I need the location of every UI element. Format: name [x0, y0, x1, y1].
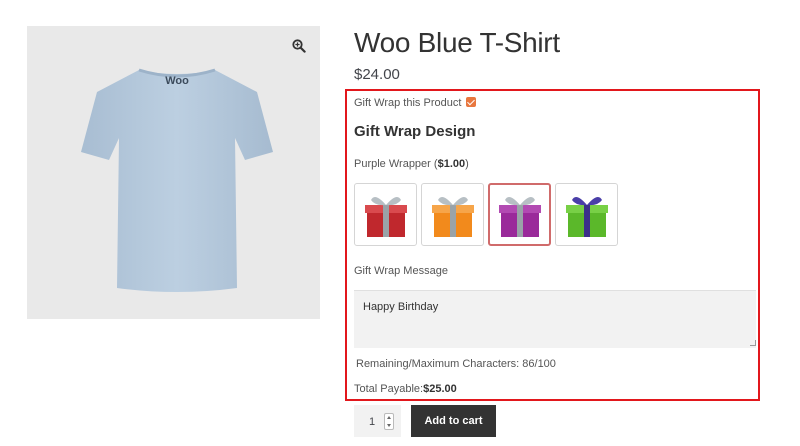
selected-wrapper-price: $1.00 — [437, 158, 466, 170]
selected-price-close: ) — [465, 158, 469, 170]
selected-price-open: ( — [430, 158, 438, 170]
green-gift-icon — [565, 196, 608, 237]
selected-wrapper-name: Purple Wrapper — [354, 158, 431, 170]
product-image[interactable]: Woo — [27, 26, 320, 319]
gift-wrap-design-heading: Gift Wrap Design — [354, 123, 476, 140]
tshirt-image: Woo — [81, 68, 273, 292]
gift-wrap-message-input[interactable]: Happy Birthday — [354, 290, 756, 348]
zoom-icon[interactable] — [292, 39, 306, 53]
red-gift-icon — [364, 196, 407, 237]
wrapper-option-green[interactable] — [555, 183, 618, 246]
quantity-value: 1 — [369, 416, 376, 428]
wrapper-option-orange[interactable] — [421, 183, 484, 246]
total-payable-value: $25.00 — [423, 383, 457, 395]
gift-wrap-checkbox[interactable] — [466, 97, 476, 107]
gift-wrap-option-label: Gift Wrap this Product — [354, 97, 462, 109]
total-payable: Total Payable:$25.00 — [354, 383, 457, 395]
wrapper-option-purple[interactable] — [488, 183, 551, 246]
total-payable-label: Total Payable: — [354, 383, 424, 395]
wrapper-options — [354, 183, 618, 246]
orange-gift-icon — [431, 196, 474, 237]
gift-wrap-message-label: Gift Wrap Message — [354, 265, 448, 277]
remaining-characters: Remaining/Maximum Characters: 86/100 — [356, 358, 556, 370]
wrapper-option-red[interactable] — [354, 183, 417, 246]
shirt-logo: Woo — [165, 75, 189, 87]
textarea-resize-handle[interactable] — [750, 340, 756, 346]
quantity-stepper[interactable] — [384, 413, 394, 430]
product-price: $24.00 — [354, 66, 400, 83]
add-to-cart-button[interactable]: Add to cart — [411, 405, 496, 437]
selected-wrapper-info: Purple Wrapper ($1.00) — [354, 158, 469, 170]
purple-gift-icon — [498, 196, 541, 237]
product-title: Woo Blue T-Shirt — [354, 27, 560, 58]
